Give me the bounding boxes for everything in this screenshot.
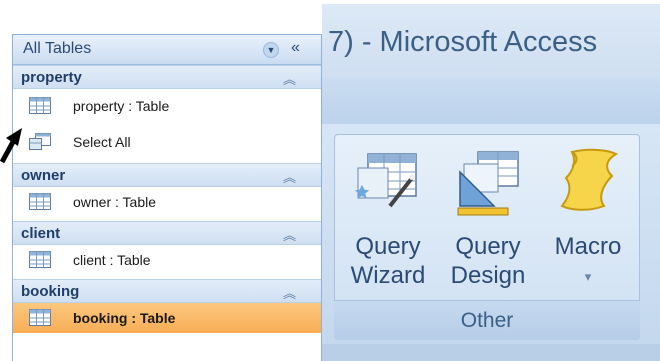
nav-item-label: booking : Table [73, 310, 176, 326]
group-name: booking [21, 283, 80, 300]
group-name: owner [21, 167, 66, 184]
navigation-pane: All Tables ▼ « property ︽ property : Tab… [12, 34, 322, 361]
group-name: property [21, 69, 82, 86]
title-bar: 7) - Microsoft Access [322, 4, 660, 78]
query-design-icon [457, 151, 519, 216]
collapse-group-icon[interactable]: ︽ [283, 283, 296, 302]
arrow-pointer-icon [0, 128, 22, 164]
query-design-label-2: Design [450, 262, 526, 289]
query-wizard-button[interactable]: Query Wizard [346, 142, 430, 294]
query-wizard-icon [354, 153, 417, 208]
macro-icon [560, 148, 619, 211]
collapse-group-icon[interactable]: ︽ [283, 167, 296, 186]
nav-item-property-table[interactable]: property : Table [13, 91, 321, 121]
nav-item-client-table[interactable]: client : Table [13, 245, 321, 275]
group-header-owner[interactable]: owner ︽ [13, 163, 321, 187]
group-header-property[interactable]: property ︽ [13, 65, 321, 89]
collapse-pane-button[interactable]: « [291, 39, 300, 57]
collapse-group-icon[interactable]: ︽ [283, 69, 296, 88]
ribbon-bottom-edge [322, 344, 660, 361]
query-design-button[interactable]: Query Design [446, 142, 530, 294]
group-header-booking[interactable]: booking ︽ [13, 279, 321, 303]
nav-item-label: property : Table [73, 98, 170, 114]
query-design-label-1: Query [455, 233, 521, 260]
window-title: 7) - Microsoft Access [328, 26, 598, 58]
table-icon [29, 309, 51, 326]
table-icon [29, 251, 51, 268]
group-header-client[interactable]: client ︽ [13, 221, 321, 245]
nav-item-select-all-query[interactable]: Select All [13, 127, 321, 157]
macro-button[interactable]: Macro ▾ [542, 142, 634, 294]
nav-pane-title[interactable]: All Tables [23, 40, 91, 58]
group-name: client [21, 225, 61, 242]
ribbon-tab-strip [322, 78, 660, 124]
table-icon [29, 97, 51, 114]
nav-item-label: owner : Table [73, 194, 157, 210]
nav-item-owner-table[interactable]: owner : Table [13, 187, 321, 217]
ribbon-group-label: Other [334, 300, 640, 340]
query-icon [29, 133, 51, 150]
nav-pane-header[interactable]: All Tables ▼ « [13, 35, 321, 65]
nav-item-label: Select All [73, 134, 131, 150]
nav-item-booking-table[interactable]: booking : Table [13, 303, 321, 333]
nav-item-label: client : Table [73, 252, 151, 268]
macro-label: Macro [554, 233, 622, 260]
collapse-group-icon[interactable]: ︽ [283, 225, 296, 244]
chevron-down-icon[interactable]: ▼ [263, 42, 279, 58]
macro-dropdown-caret: ▾ [584, 269, 592, 284]
query-wizard-label-1: Query [355, 233, 421, 260]
table-icon [29, 193, 51, 210]
query-wizard-label-2: Wizard [350, 262, 426, 289]
